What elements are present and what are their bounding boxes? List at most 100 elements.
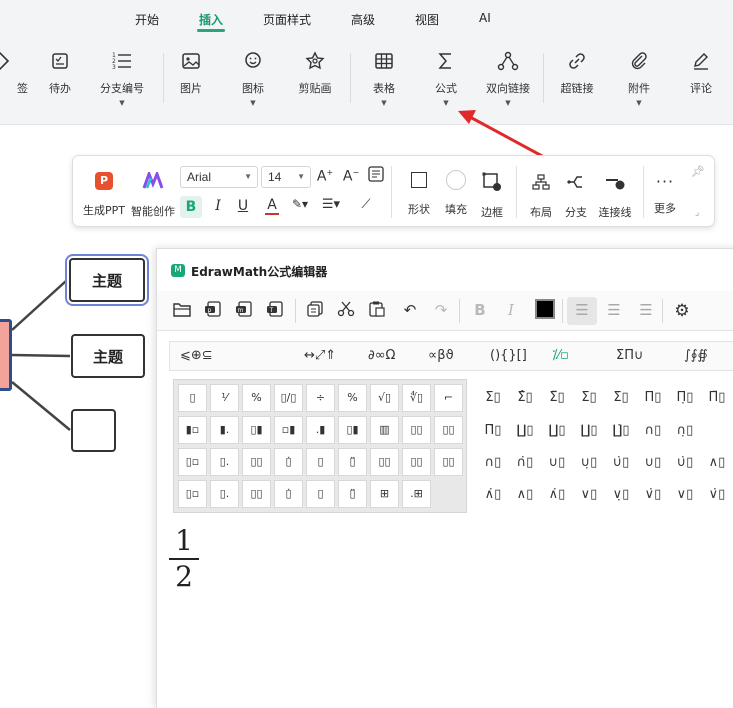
operator-symbol[interactable]: Π̈▯ [704,390,730,405]
text-style-icon[interactable] [366,166,386,186]
generate-ppt-button[interactable]: P 生成PPT [81,172,127,218]
connector-line-button[interactable]: 连接线 [594,174,636,220]
root-topic[interactable] [0,319,12,391]
template-cell[interactable]: % [242,384,271,412]
branch-button[interactable]: 分支 [559,174,593,220]
template-cell[interactable]: ▯▯ [402,448,431,476]
operator-symbol[interactable]: Σ̈▯ [544,390,570,405]
operator-symbol[interactable]: ∨̇▯ [640,487,666,502]
template-cell[interactable]: ÷ [306,384,335,412]
font-size-select[interactable]: 14 ▼ [261,166,311,188]
operator-symbol[interactable]: ∪̇▯ [672,455,698,470]
font-color-button[interactable]: A [259,197,285,215]
subtopic-1[interactable]: 主题 [65,254,149,306]
operator-symbol[interactable]: ∪▯ [640,455,666,470]
text-color-swatch[interactable] [535,299,555,319]
template-cell[interactable]: ▯ [306,480,335,508]
template-cell[interactable]: √▯ [370,384,399,412]
copy-icon[interactable] [304,301,326,321]
fraction-denominator[interactable]: 2 [169,561,199,593]
operator-symbol[interactable]: Σ̇▯ [608,390,634,405]
layout-button[interactable]: 布局 [524,174,558,220]
border-button[interactable]: 边框 [475,172,509,220]
operator-symbol[interactable]: ∧▯ [704,455,730,470]
export-mathml-icon[interactable]: m [233,301,255,321]
operator-symbol[interactable]: ∩̣▯ [672,423,698,438]
category-greek[interactable]: ∝βϑ [428,348,454,363]
category-relations[interactable]: ⩽⊕⊆ [180,348,213,363]
operator-symbol[interactable]: ∧▯ [512,487,538,502]
template-cell[interactable]: ▯▯ [434,416,463,444]
operator-symbol[interactable]: Π▯ [640,390,666,405]
category-arrows[interactable]: ↔⤢⇑ [304,348,336,363]
template-cell[interactable]: ▯▫ [178,480,207,508]
category-integrals[interactable]: ∫∮∯ [684,348,708,363]
template-cell[interactable]: ⅟ [210,384,239,412]
cut-scissors-icon[interactable] [335,301,357,321]
highlight-icon[interactable]: ✎▾ [287,197,313,211]
template-cell[interactable]: ⌐ [434,384,463,412]
list-icon[interactable]: ☰▾ [318,197,344,212]
template-cell[interactable]: ▯▯ [370,448,399,476]
align-center-icon[interactable]: ☰ [603,301,625,321]
template-cell[interactable]: ▯▫ [178,448,207,476]
increase-font-button[interactable]: A+ [315,168,335,185]
open-folder-icon[interactable] [171,301,193,321]
template-cell[interactable]: ▯▮ [242,416,271,444]
ai-create-button[interactable]: 智能创作 [129,169,177,219]
template-cell[interactable]: ▯ [306,448,335,476]
resize-corner-icon[interactable]: ⌟ [695,208,699,218]
subtopic-3[interactable] [71,409,116,452]
align-right-icon[interactable]: ☰ [635,301,657,321]
operator-symbol[interactable]: Σ̂▯ [512,390,538,405]
operator-symbol[interactable]: Σ▯ [480,390,506,405]
operator-symbol[interactable]: ∪̇▯ [608,455,634,470]
operator-symbol[interactable]: ∪̣▯ [576,455,602,470]
bold-button[interactable]: B [180,196,202,218]
template-cell[interactable]: ▯. [210,480,239,508]
template-cell[interactable]: ▮. [210,416,239,444]
export-text-icon[interactable]: T [264,301,286,321]
operator-symbol[interactable]: ∩▯ [480,455,506,470]
subtopic-2[interactable]: 主题 [71,334,145,378]
fraction-numerator[interactable]: 1 [169,525,199,557]
decrease-font-button[interactable]: A− [341,168,361,185]
template-cell[interactable]: ▯▯ [242,448,271,476]
paste-icon[interactable] [366,301,388,321]
template-cell[interactable]: ▯̈ [338,448,367,476]
category-fractions[interactable]: ⁒⁄▫ [552,348,569,363]
more-button[interactable]: ··· 更多 [649,172,681,216]
bold-button[interactable]: B [469,301,491,321]
format-painter-icon[interactable]: ⟋ [356,197,376,212]
template-cell[interactable]: .⊞ [402,480,431,508]
operator-symbol[interactable]: Π̇▯ [480,423,506,438]
template-cell[interactable]: ▯̈ [338,480,367,508]
operator-symbol[interactable]: ∧̇▯ [480,487,506,502]
template-cell[interactable]: ▯▯ [434,448,463,476]
template-cell[interactable]: ▫▮ [274,416,303,444]
italic-button[interactable]: I [208,198,228,214]
template-cell[interactable]: ▯ [178,384,207,412]
operator-symbol[interactable]: ∨̇▯ [704,487,730,502]
template-cell[interactable]: % [338,384,367,412]
export-pdf-icon[interactable]: p [202,301,224,321]
category-brackets[interactable]: (){}[] [490,348,527,363]
operator-symbol[interactable]: ∐̇▯ [608,423,634,438]
operator-symbol[interactable]: ∨̣▯ [608,487,634,502]
align-left-icon[interactable]: ☰ [567,297,597,325]
operator-symbol[interactable]: ∩▯ [640,423,666,438]
undo-icon[interactable]: ↶ [399,301,421,321]
italic-button[interactable]: I [500,301,522,321]
template-cell[interactable]: ▯̇ [274,448,303,476]
operator-symbol[interactable]: ∧̇▯ [544,487,570,502]
template-cell[interactable]: ▯▮ [338,416,367,444]
category-sums[interactable]: ΣΠ∪ [616,348,644,363]
shape-button[interactable]: 形状 [402,172,436,217]
operator-symbol[interactable]: ∩̇▯ [512,455,538,470]
formula-canvas[interactable]: 1 2 [169,525,199,593]
operator-symbol[interactable]: ∐▯ [576,423,602,438]
template-cell[interactable]: ▯▯ [242,480,271,508]
category-misc-symbols[interactable]: ∂∞Ω [368,348,396,363]
operator-symbol[interactable]: ∨▯ [672,487,698,502]
settings-gear-icon[interactable]: ⚙ [671,301,693,321]
